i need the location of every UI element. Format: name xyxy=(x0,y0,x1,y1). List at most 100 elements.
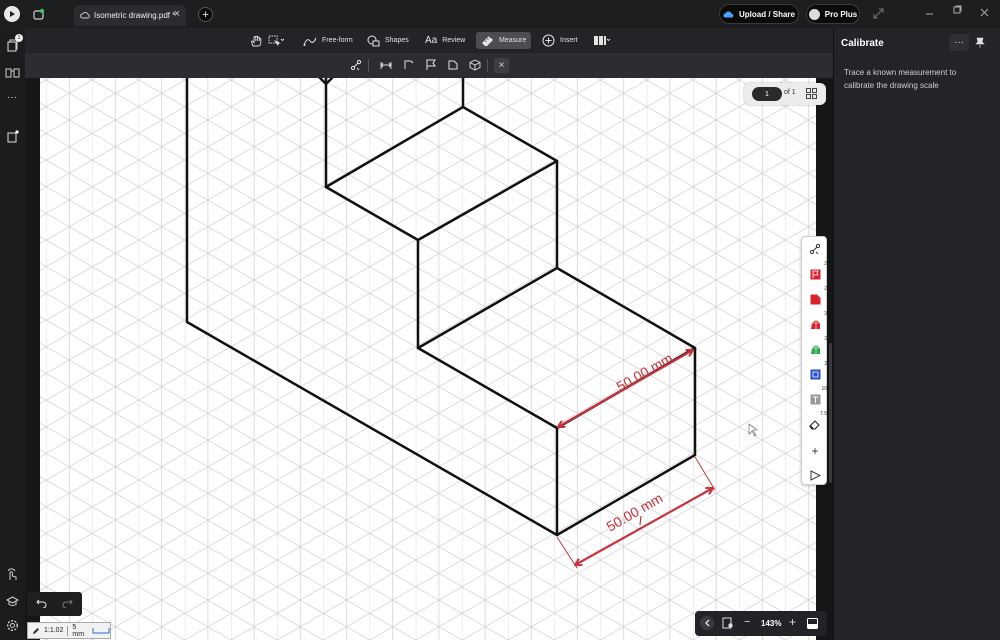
count-flag-icon[interactable] xyxy=(425,59,437,71)
undo-icon[interactable] xyxy=(36,598,47,608)
page-indicator: 1 of 1 xyxy=(744,83,826,105)
undo-redo-group xyxy=(27,592,82,616)
plan-label: Pro Plus xyxy=(824,9,858,19)
area-measure-icon[interactable] xyxy=(447,59,459,71)
pro-plus-badge[interactable]: Pro Plus xyxy=(806,4,860,24)
canvas-gutter-left xyxy=(25,78,40,640)
shapes-tool-button[interactable]: Shapes xyxy=(362,32,414,49)
left-rail: 1 ··· xyxy=(0,28,25,640)
drawing-canvas[interactable]: 50.00 mm 50.00 mm xyxy=(40,78,816,640)
calibrate-icon[interactable] xyxy=(350,59,362,71)
palette-count-blue-button[interactable]: 3 xyxy=(806,361,827,383)
palette-flag-button[interactable]: 2 xyxy=(806,261,827,283)
panel-more-button[interactable]: ··· xyxy=(949,34,969,51)
palette-area-red-button[interactable]: 2 xyxy=(806,286,827,308)
palette-badge: 2 xyxy=(824,261,827,267)
upload-share-label: Upload / Share xyxy=(738,9,795,19)
restore-icon[interactable] xyxy=(953,5,962,14)
pen-curve-icon xyxy=(303,35,317,47)
library-icon[interactable] xyxy=(5,67,20,78)
document-tab[interactable]: Isometric drawing.pdf * × xyxy=(74,5,186,26)
volume-measure-icon[interactable] xyxy=(469,59,481,71)
panel-title: Calibrate xyxy=(841,38,884,49)
app-logo-icon[interactable] xyxy=(4,6,20,22)
grid-view-icon[interactable] xyxy=(806,88,817,99)
zoom-out-button[interactable]: − xyxy=(744,616,750,628)
notification-badge: 1 xyxy=(15,34,23,42)
grid-size: 5 mm xyxy=(72,623,85,638)
avatar xyxy=(808,8,820,20)
shapes-icon xyxy=(367,35,380,47)
palette-badge: 2 xyxy=(824,286,827,292)
tab-close-icon[interactable]: × xyxy=(174,8,180,20)
more-icon[interactable]: ··· xyxy=(7,92,17,103)
learn-icon[interactable] xyxy=(6,596,19,607)
select-icon xyxy=(268,35,284,47)
ruler-icon xyxy=(481,35,494,46)
documents-icon[interactable]: 1 xyxy=(6,34,23,52)
palette-volume-red-button[interactable]: 3 xyxy=(806,311,827,333)
add-circle-icon xyxy=(542,34,555,47)
minimize-icon[interactable] xyxy=(925,9,934,18)
insert-tool-button[interactable]: Insert xyxy=(537,32,583,49)
fit-page-icon[interactable] xyxy=(722,617,734,629)
vertical-scrollbar[interactable] xyxy=(829,343,832,483)
polylength-icon[interactable] xyxy=(403,59,415,71)
settings-icon[interactable] xyxy=(6,619,19,632)
palette-badge: 10 xyxy=(821,386,827,392)
palette-badge: 3 xyxy=(824,311,827,317)
palette-collapse-button[interactable] xyxy=(806,466,824,484)
free-form-tool-button[interactable]: Free-form xyxy=(298,32,358,49)
redo-icon[interactable] xyxy=(62,598,73,608)
text-icon: Aa xyxy=(425,35,438,46)
measure-label: Measure xyxy=(499,37,527,44)
palette-text-button[interactable]: 10 xyxy=(806,386,827,408)
shapes-label: Shapes xyxy=(385,37,409,44)
cloud-upload-icon xyxy=(723,10,734,18)
isometric-drawing[interactable]: 50.00 mm 50.00 mm xyxy=(40,78,816,640)
review-tool-button[interactable]: Aa Review xyxy=(420,32,470,49)
title-bar: Isometric drawing.pdf * × + Upload / Sha… xyxy=(0,0,1000,28)
panel-toggle-icon[interactable] xyxy=(807,618,818,629)
page-number-input[interactable]: 1 xyxy=(752,87,782,101)
zoom-in-button[interactable]: + xyxy=(789,615,796,629)
pencil-icon xyxy=(32,627,40,635)
main-toolbar: Free-form Shapes Aa Review Measure Inser… xyxy=(25,28,833,53)
scale-divider xyxy=(67,625,69,636)
palette-calibrate-button[interactable] xyxy=(806,240,824,258)
scale-indicator[interactable]: 1:1.02 5 mm xyxy=(27,622,111,639)
hand-icon xyxy=(250,35,262,47)
review-label: Review xyxy=(442,37,466,44)
gesture-icon[interactable] xyxy=(5,568,19,582)
window-close-icon[interactable] xyxy=(980,8,989,17)
palette-add-button[interactable]: + xyxy=(806,442,824,460)
cloud-icon xyxy=(80,11,90,19)
palette-badge: 3 xyxy=(824,361,827,367)
calibrate-panel xyxy=(833,28,1000,640)
new-tab-button[interactable]: + xyxy=(198,7,213,22)
zoom-bar: − 143% + xyxy=(695,611,827,636)
palette-eraser-button[interactable]: 7.5 xyxy=(806,411,827,433)
new-document-icon[interactable] xyxy=(6,130,19,143)
measure-palette: 2 2 3 3 3 10 7.5 + xyxy=(801,236,827,485)
select-tool-button[interactable] xyxy=(263,32,289,49)
scale-ratio: 1:1.02 xyxy=(44,627,64,634)
page-total: of 1 xyxy=(784,89,796,96)
measure-tool-button[interactable]: Measure xyxy=(476,32,532,49)
palette-volume-green-button[interactable]: 3 xyxy=(806,336,827,358)
length-measure-icon[interactable] xyxy=(380,59,392,71)
upload-share-button[interactable]: Upload / Share xyxy=(719,4,799,24)
expand-icon[interactable] xyxy=(873,8,884,19)
pin-icon[interactable] xyxy=(975,37,985,48)
close-subtoolbar-button[interactable]: × xyxy=(494,58,509,73)
zoom-level[interactable]: 143% xyxy=(761,619,781,628)
scale-bar-icon xyxy=(92,627,110,634)
isometric-grid xyxy=(40,78,816,640)
stamps-tool-button[interactable] xyxy=(588,32,616,49)
palette-badge: 3 xyxy=(824,336,827,342)
home-icon[interactable] xyxy=(31,7,45,21)
toolbar-divider xyxy=(368,59,369,72)
chevron-left-icon[interactable] xyxy=(700,616,714,630)
panel-description: Trace a known measurement to calibrate t… xyxy=(844,68,957,90)
free-form-label: Free-form xyxy=(322,37,353,44)
